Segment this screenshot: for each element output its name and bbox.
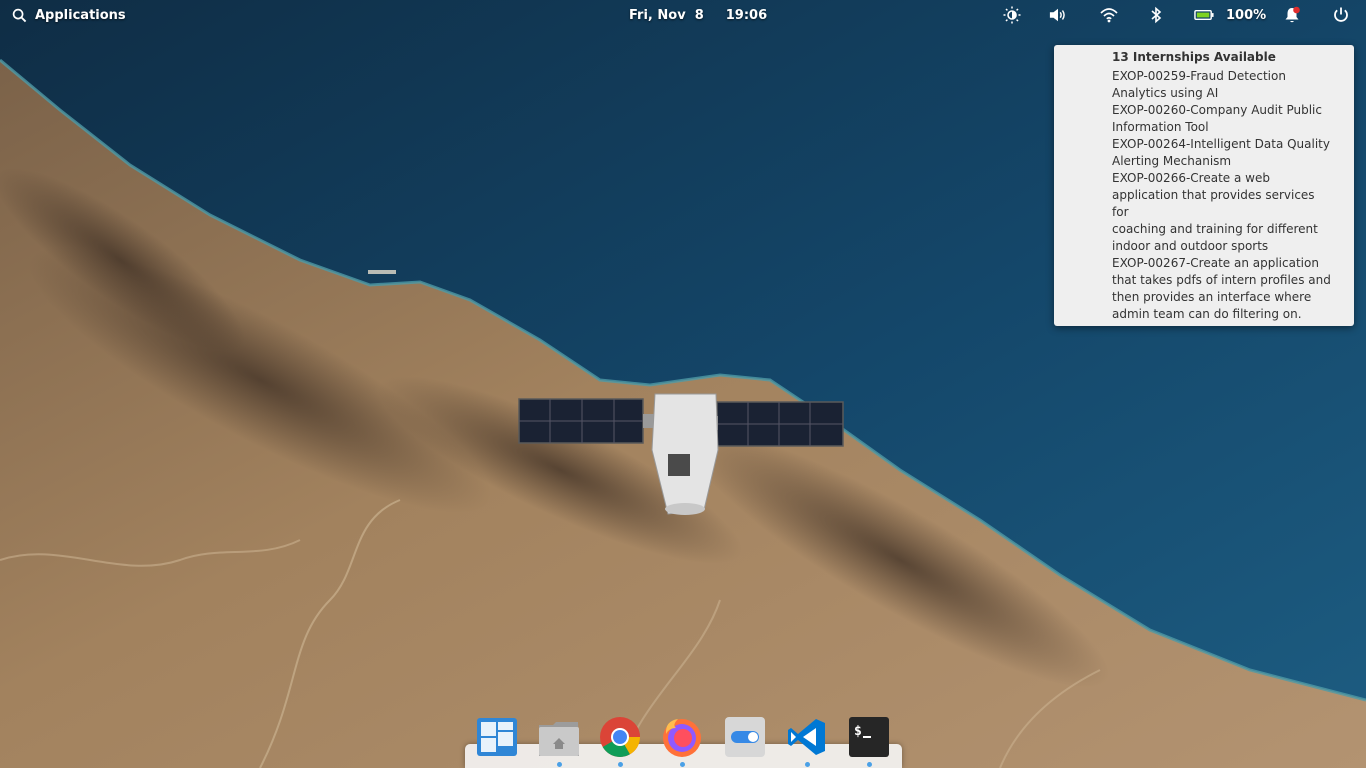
top-panel: Applications Fri, Nov 8 19:06 100% — [0, 0, 1366, 30]
notification-body-line: EXOP-00266-Create a web — [1112, 171, 1270, 185]
dock-item-multitasking-view[interactable] — [476, 716, 518, 760]
applications-menu-button[interactable]: Applications — [12, 6, 126, 24]
running-indicator — [867, 762, 872, 767]
battery-percentage: 100% — [1226, 7, 1267, 23]
volume-icon — [1049, 8, 1065, 22]
search-icon — [12, 8, 27, 22]
firefox-icon — [663, 719, 701, 757]
notification-title: 13 Internships Available — [1112, 50, 1276, 64]
notification-body-line: application that provides services for — [1112, 188, 1315, 219]
power-indicator[interactable]: 100% — [1194, 5, 1266, 25]
session-indicator[interactable] — [1332, 5, 1350, 25]
settings-toggle-icon — [725, 717, 765, 757]
notification-body-line: coaching and training for different — [1112, 222, 1318, 236]
notification-body-line: Alerting Mechanism — [1112, 154, 1232, 168]
notifications-indicator[interactable] — [1283, 5, 1301, 25]
dock-item-system-settings[interactable] — [724, 716, 766, 760]
vscode-icon — [788, 719, 825, 755]
power-icon — [1334, 7, 1348, 22]
datetime-indicator[interactable]: Fri, Nov 8 19:06 — [629, 6, 767, 24]
sound-indicator[interactable] — [1049, 5, 1067, 25]
bluetooth-icon — [1151, 6, 1162, 24]
notification-body-line: EXOP-00259-Fraud Detection — [1112, 69, 1286, 83]
notifications-icon — [1285, 6, 1300, 23]
dock-item-terminal[interactable]: $ — [848, 716, 890, 760]
applications-label: Applications — [35, 7, 126, 23]
notification-body-line: EXOP-00264-Intelligent Data Quality — [1112, 137, 1330, 151]
notification-body-line: indoor and outdoor sports — [1112, 239, 1269, 253]
battery-icon — [1194, 9, 1214, 21]
notification-body-line: EXOP-00267-Create an application — [1112, 256, 1319, 270]
running-indicator — [557, 762, 562, 767]
dock-item-firefox[interactable] — [661, 716, 703, 760]
chrome-icon — [600, 717, 640, 757]
notification-body-line: then provides an interface where — [1112, 290, 1312, 304]
home-folder-icon — [539, 722, 579, 756]
notification-bubble[interactable]: 13 Internships Available EXOP-00259-Frau… — [1054, 45, 1354, 326]
notification-body-line: Analytics using AI — [1112, 86, 1219, 100]
running-indicator — [805, 762, 810, 767]
svg-text:$: $ — [854, 724, 862, 739]
wifi-icon — [1100, 8, 1118, 23]
notification-content: 13 Internships Available EXOP-00259-Frau… — [1112, 49, 1332, 323]
notification-body-line: that takes pdfs of intern profiles and — [1112, 273, 1331, 287]
time-label: 19:06 — [725, 7, 768, 23]
multitasking-icon — [477, 718, 517, 756]
network-indicator[interactable] — [1100, 5, 1118, 25]
dock-item-files[interactable] — [538, 716, 580, 760]
notification-body-line: EXOP-00260-Company Audit Public — [1112, 103, 1322, 117]
bluetooth-indicator[interactable] — [1147, 5, 1165, 25]
notification-body-line: Information Tool — [1112, 120, 1209, 134]
running-indicator — [618, 762, 623, 767]
dock-item-google-chrome[interactable] — [599, 716, 641, 760]
notification-body-line: admin team can do filtering on. — [1112, 307, 1302, 321]
night-light-icon — [1003, 6, 1021, 24]
date-label: Fri, Nov 8 — [629, 7, 704, 23]
terminal-icon: $ — [849, 717, 889, 757]
running-indicator — [680, 762, 685, 767]
night-light-indicator[interactable] — [1003, 5, 1021, 25]
dock-item-visual-studio-code[interactable] — [786, 716, 828, 760]
